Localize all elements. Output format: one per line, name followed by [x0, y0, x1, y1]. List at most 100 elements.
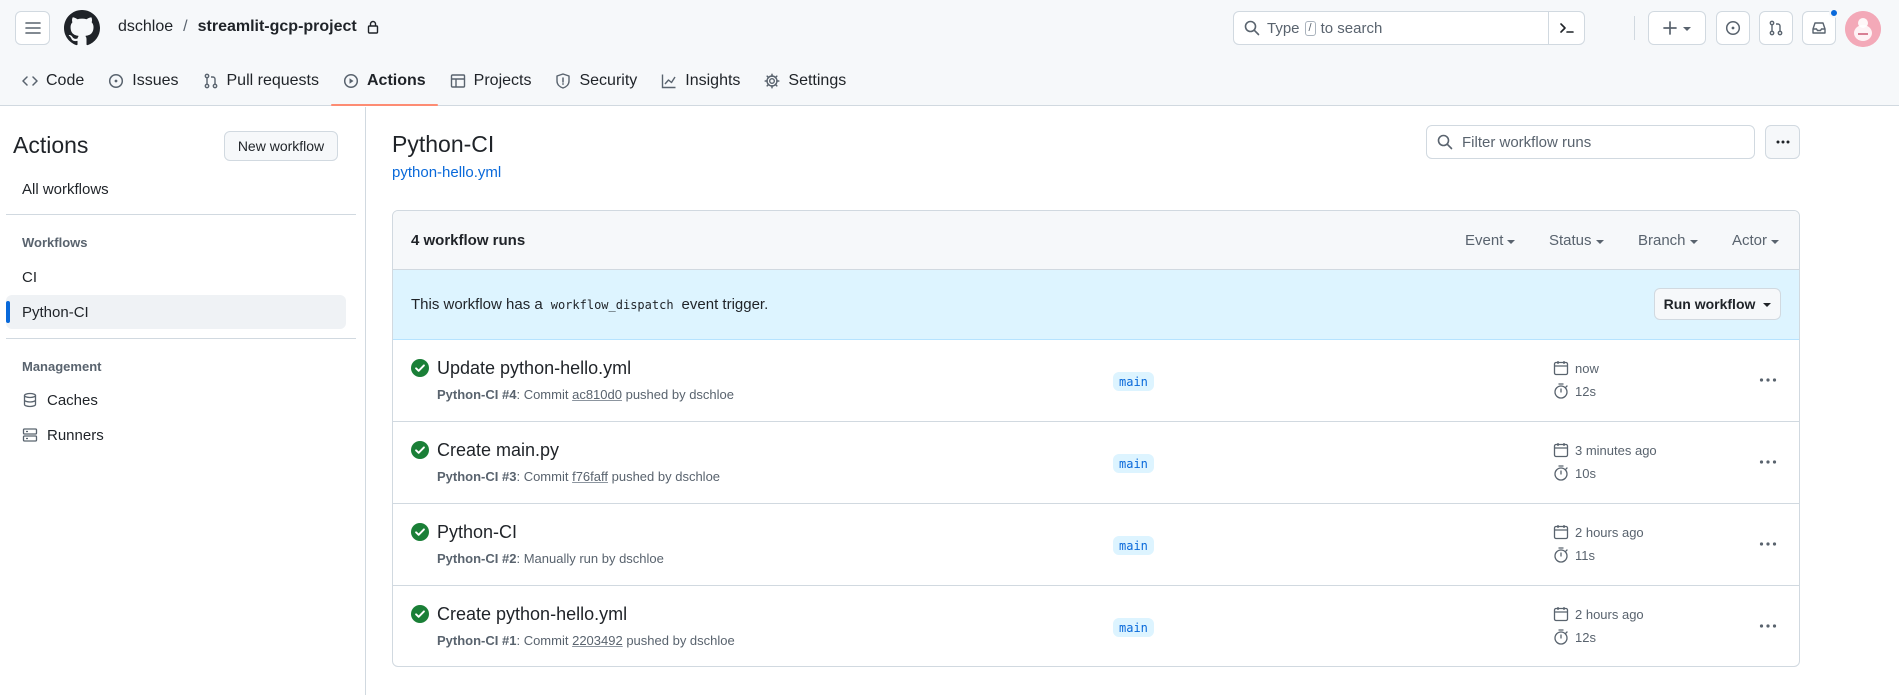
run-meta: Python-CI #2: Manually run by dschloe — [437, 551, 664, 566]
branch-label[interactable]: main — [1113, 372, 1154, 391]
run-title-link[interactable]: Python-CI — [437, 522, 517, 543]
sidebar-title: Actions — [13, 132, 89, 158]
dispatch-suffix: event trigger. — [681, 296, 769, 313]
dispatch-message: This workflow has a workflow_dispatch ev… — [411, 296, 768, 313]
status-filter[interactable]: Status — [1549, 232, 1604, 249]
sidebar-item-label: Caches — [47, 391, 98, 409]
run-duration-text: 11s — [1575, 547, 1595, 563]
run-title-link[interactable]: Create main.py — [437, 440, 559, 461]
all-workflows-link[interactable]: All workflows — [22, 181, 109, 198]
run-time: 2 hours ago — [1553, 524, 1644, 540]
run-meta: Python-CI #3: Commit f76faff pushed by d… — [437, 469, 720, 484]
chevron-down-icon — [1595, 239, 1604, 244]
run-menu-button[interactable] — [1753, 614, 1783, 638]
inbox-icon — [1811, 20, 1827, 36]
sidebar-item-label: Python-CI — [22, 303, 89, 321]
graph-icon — [661, 73, 677, 89]
workflow-run-row[interactable]: Create python-hello.yml Python-CI #1: Co… — [393, 586, 1799, 666]
menu-button[interactable] — [15, 11, 50, 45]
run-duration-text: 12s — [1575, 629, 1596, 645]
repo-owner-link[interactable]: dschloe — [118, 18, 173, 36]
chevron-down-icon — [1507, 239, 1516, 244]
tab-code[interactable]: Code — [10, 62, 96, 100]
hamburger-icon — [24, 20, 41, 36]
filter-runs-input[interactable]: Filter workflow runs — [1426, 125, 1755, 159]
tab-settings[interactable]: Settings — [752, 62, 858, 100]
run-menu-button[interactable] — [1753, 450, 1783, 474]
sidebar-item-caches[interactable]: Caches — [6, 383, 346, 417]
server-icon — [22, 427, 38, 443]
commit-sha-link[interactable]: 2203492 — [572, 633, 623, 648]
workflow-run-row[interactable]: Update python-hello.yml Python-CI #4: Co… — [393, 340, 1799, 422]
workflow-file-link[interactable]: python-hello.yml — [392, 164, 501, 181]
sidebar-item-python-ci[interactable]: Python-CI — [6, 295, 346, 329]
commit-sha-link[interactable]: ac810d0 — [572, 387, 622, 402]
workflow-run-row[interactable]: Create main.py Python-CI #3: Commit f76f… — [393, 422, 1799, 504]
run-menu-button[interactable] — [1753, 532, 1783, 556]
run-meta-text: : Commit — [516, 633, 573, 648]
database-icon — [22, 392, 38, 408]
issues-button[interactable] — [1716, 11, 1750, 45]
repo-nav: Code Issues Pull requests Actions Projec… — [10, 62, 858, 106]
sidebar-item-label: Runners — [47, 426, 104, 444]
chevron-down-icon — [1683, 27, 1691, 31]
inbox-button[interactable] — [1802, 8, 1839, 45]
avatar[interactable] — [1845, 11, 1881, 47]
tab-label: Projects — [473, 72, 532, 89]
sidebar-item-runners[interactable]: Runners — [6, 418, 346, 452]
sidebar-item-ci[interactable]: CI — [6, 260, 346, 294]
pull-request-icon — [1768, 20, 1784, 36]
global-search-input[interactable]: Type / to search — [1233, 11, 1585, 45]
tab-insights[interactable]: Insights — [649, 62, 752, 100]
workflow-run-row[interactable]: Python-CI Python-CI #2: Manually run by … — [393, 504, 1799, 586]
commit-sha-link[interactable]: f76faff — [572, 469, 608, 484]
run-duration-text: 10s — [1575, 465, 1596, 481]
branch-label[interactable]: main — [1113, 618, 1154, 637]
tab-issues[interactable]: Issues — [96, 62, 190, 100]
dispatch-banner: This workflow has a workflow_dispatch ev… — [393, 270, 1799, 340]
run-time: now — [1553, 360, 1599, 376]
tab-security[interactable]: Security — [543, 62, 649, 100]
repo-name-link[interactable]: streamlit-gcp-project — [198, 18, 357, 36]
run-time-text: 3 minutes ago — [1575, 442, 1657, 458]
sidebar-item-label: CI — [22, 268, 37, 286]
pull-request-icon — [203, 73, 219, 89]
kebab-horizontal-icon — [1759, 377, 1777, 383]
table-icon — [450, 73, 466, 89]
run-meta-text: : Commit — [516, 469, 573, 484]
run-number: Python-CI #3 — [437, 469, 517, 484]
search-placeholder-prefix: Type — [1267, 19, 1300, 37]
kebab-horizontal-icon — [1759, 623, 1777, 629]
run-workflow-label: Run workflow — [1663, 296, 1756, 312]
run-title-link[interactable]: Create python-hello.yml — [437, 604, 627, 625]
stopwatch-icon — [1553, 547, 1569, 563]
actor-filter[interactable]: Actor — [1732, 232, 1780, 249]
event-filter[interactable]: Event — [1465, 232, 1516, 249]
github-logo-icon[interactable] — [64, 10, 100, 46]
run-number: Python-CI #2 — [437, 551, 517, 566]
kebab-horizontal-icon — [1759, 541, 1777, 547]
run-menu-button[interactable] — [1753, 368, 1783, 392]
filter-label: Actor — [1732, 232, 1768, 249]
tab-pull-requests[interactable]: Pull requests — [191, 62, 332, 100]
runs-count: 4 workflow runs — [411, 232, 526, 249]
branch-filter[interactable]: Branch — [1638, 232, 1698, 249]
create-new-button[interactable] — [1648, 11, 1706, 45]
run-title-link[interactable]: Update python-hello.yml — [437, 358, 631, 379]
branch-label[interactable]: main — [1113, 536, 1154, 555]
tab-actions[interactable]: Actions — [331, 62, 438, 106]
branch-label[interactable]: main — [1113, 454, 1154, 473]
stopwatch-icon — [1553, 383, 1569, 399]
calendar-icon — [1553, 606, 1569, 622]
pull-requests-button[interactable] — [1759, 11, 1793, 45]
check-circle-icon — [411, 359, 429, 377]
new-workflow-button[interactable]: New workflow — [224, 131, 338, 161]
tab-projects[interactable]: Projects — [438, 62, 544, 100]
plus-icon — [1663, 21, 1677, 35]
run-duration: 12s — [1553, 383, 1596, 399]
command-palette-icon[interactable] — [1548, 12, 1584, 44]
workflow-menu-button[interactable] — [1765, 125, 1800, 159]
run-workflow-button[interactable]: Run workflow — [1654, 288, 1781, 320]
shield-icon — [555, 73, 571, 89]
sidebar-divider — [6, 338, 356, 339]
